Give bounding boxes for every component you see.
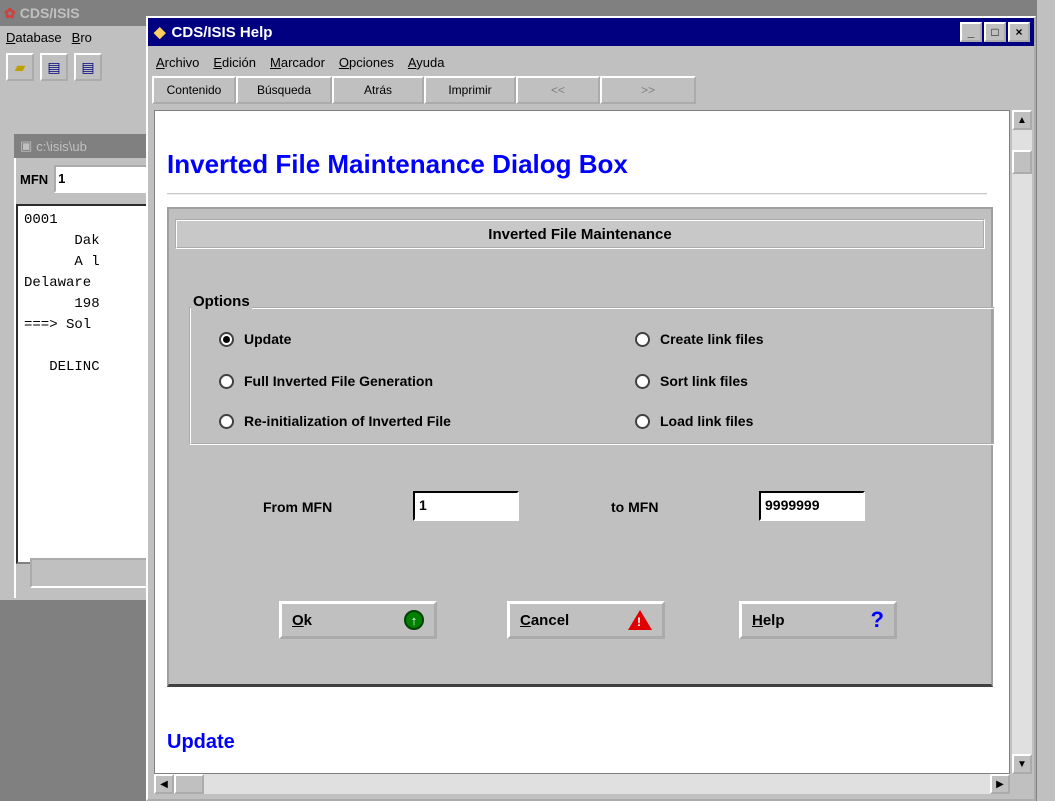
bg-menu-database[interactable]: Database (6, 30, 62, 45)
radio-button-icon (635, 331, 650, 347)
update-section-heading: Update (167, 731, 235, 753)
help-window-title: CDS/ISIS Help (171, 23, 273, 41)
menu-marcador[interactable]: Marcador (270, 55, 325, 70)
help-menubar: Archivo Edición Marcador Opciones Ayuda (148, 50, 445, 74)
database-icon: ▤ (47, 58, 61, 75)
radio-button-icon (219, 373, 234, 389)
help-button-label: Help (752, 611, 785, 629)
record-window: MFN 1 0001 Dak A l Delaware 198 ===> Sol… (14, 158, 175, 598)
imprimir-button[interactable]: Imprimir (424, 76, 516, 104)
radio-label: Re-initialization of Inverted File (244, 413, 451, 429)
background-toolbar: ▰ ▤ ▤ (0, 50, 160, 84)
radio-label: Full Inverted File Generation (244, 373, 434, 389)
window-controls: _ □ × (960, 22, 1030, 42)
browse-forward-button[interactable]: >> (600, 76, 696, 104)
radio-button-icon (219, 413, 234, 429)
help-titlebar[interactable]: ◆ CDS/ISIS Help _ □ × (148, 18, 1034, 46)
toolbar-button-3[interactable]: ▤ (74, 53, 102, 81)
menu-edicion[interactable]: Edición (213, 55, 256, 70)
topic-heading: Inverted File Maintenance Dialog Box (167, 149, 628, 179)
radio-selected-dot (223, 335, 230, 343)
vertical-scrollbar[interactable]: ▲ ▼ (1012, 110, 1032, 774)
app-logo-icon: ✿ (4, 4, 16, 21)
browse-back-button[interactable]: << (516, 76, 600, 104)
record-status-field (30, 558, 162, 588)
to-mfn-input[interactable]: 9999999 (759, 491, 865, 521)
folder-icon: ▰ (14, 58, 26, 75)
record-display: 0001 Dak A l Delaware 198 ===> Sol DELIN… (16, 204, 162, 564)
background-menubar: Database Bro (0, 26, 160, 48)
help-button-bar: Contenido Búsqueda Atrás Imprimir << >> (152, 76, 696, 106)
right-edge-strip (1036, 0, 1055, 801)
radio-label: Sort link files (660, 373, 748, 389)
menu-archivo[interactable]: Archivo (156, 55, 199, 70)
radio-label: Load link files (660, 413, 754, 429)
close-button[interactable]: × (1008, 22, 1030, 42)
maximize-button[interactable]: □ (984, 22, 1006, 42)
document-icon: ▣ (20, 138, 33, 153)
radio-update[interactable]: Update (219, 331, 291, 347)
cancel-button-label: Cancel (520, 611, 570, 629)
scroll-up-arrow-icon[interactable]: ▲ (1012, 110, 1032, 130)
ok-button[interactable]: Ok ↑ (279, 601, 437, 639)
radio-label: Create link files (660, 331, 764, 347)
question-mark-icon: ? (870, 607, 884, 632)
radio-load-link-files[interactable]: Load link files (635, 413, 753, 429)
dialog-caption: Inverted File Maintenance (175, 219, 985, 249)
options-legend: Options (191, 293, 252, 310)
ok-button-label: Ok (292, 611, 313, 629)
background-app-title: CDS/ISIS (19, 5, 80, 21)
scroll-left-arrow-icon[interactable]: ◀ (154, 774, 174, 794)
radio-button-icon (219, 331, 234, 347)
radio-full-inverted-file-generation[interactable]: Full Inverted File Generation (219, 373, 433, 389)
mfn-label: MFN (20, 171, 49, 187)
busqueda-button[interactable]: Búsqueda (236, 76, 332, 104)
radio-label: Update (244, 331, 292, 347)
horizontal-scroll-thumb[interactable] (174, 774, 204, 794)
help-button[interactable]: Help ? (739, 601, 897, 639)
atras-button[interactable]: Atrás (332, 76, 424, 104)
scroll-right-arrow-icon[interactable]: ▶ (990, 774, 1010, 794)
record-window-titlebar[interactable]: ▣ c:\isis\ub (14, 134, 160, 158)
menu-ayuda[interactable]: Ayuda (408, 55, 445, 70)
menu-opciones[interactable]: Opciones (339, 55, 394, 70)
open-folder-button[interactable]: ▰ (6, 53, 34, 81)
from-mfn-label: From MFN (263, 499, 333, 515)
dialog-illustration: Inverted File Maintenance Options Update… (167, 207, 995, 687)
radio-button-icon (635, 373, 650, 389)
warning-icon (628, 610, 652, 630)
vertical-scroll-thumb[interactable] (1012, 150, 1032, 174)
radio-sort-link-files[interactable]: Sort link files (635, 373, 748, 389)
radio-reinitialization[interactable]: Re-initialization of Inverted File (219, 413, 451, 429)
minimize-button[interactable]: _ (960, 22, 982, 42)
to-mfn-label: to MFN (611, 499, 659, 515)
record-window-title: c:\isis\ub (36, 138, 87, 154)
radio-create-link-files[interactable]: Create link files (635, 331, 764, 347)
scroll-down-arrow-icon[interactable]: ▼ (1012, 754, 1032, 774)
ok-arrow-icon: ↑ (404, 610, 424, 630)
from-mfn-input[interactable]: 1 (413, 491, 519, 521)
background-workspace (0, 600, 160, 801)
bg-menu-browse[interactable]: Bro (72, 30, 92, 45)
help-window: ◆ CDS/ISIS Help _ □ × Archivo Edición Ma… (146, 16, 1036, 801)
database-icon: ▤ (81, 58, 95, 75)
horizontal-scrollbar[interactable]: ◀ ▶ (154, 774, 1010, 794)
cancel-button[interactable]: Cancel (507, 601, 665, 639)
help-book-icon: ◆ (154, 24, 166, 41)
help-topic-pane: Inverted File Maintenance Dialog Box Inv… (154, 110, 1010, 774)
heading-divider (167, 193, 987, 195)
radio-button-icon (635, 413, 650, 429)
contenido-button[interactable]: Contenido (152, 76, 236, 104)
toolbar-button-2[interactable]: ▤ (40, 53, 68, 81)
